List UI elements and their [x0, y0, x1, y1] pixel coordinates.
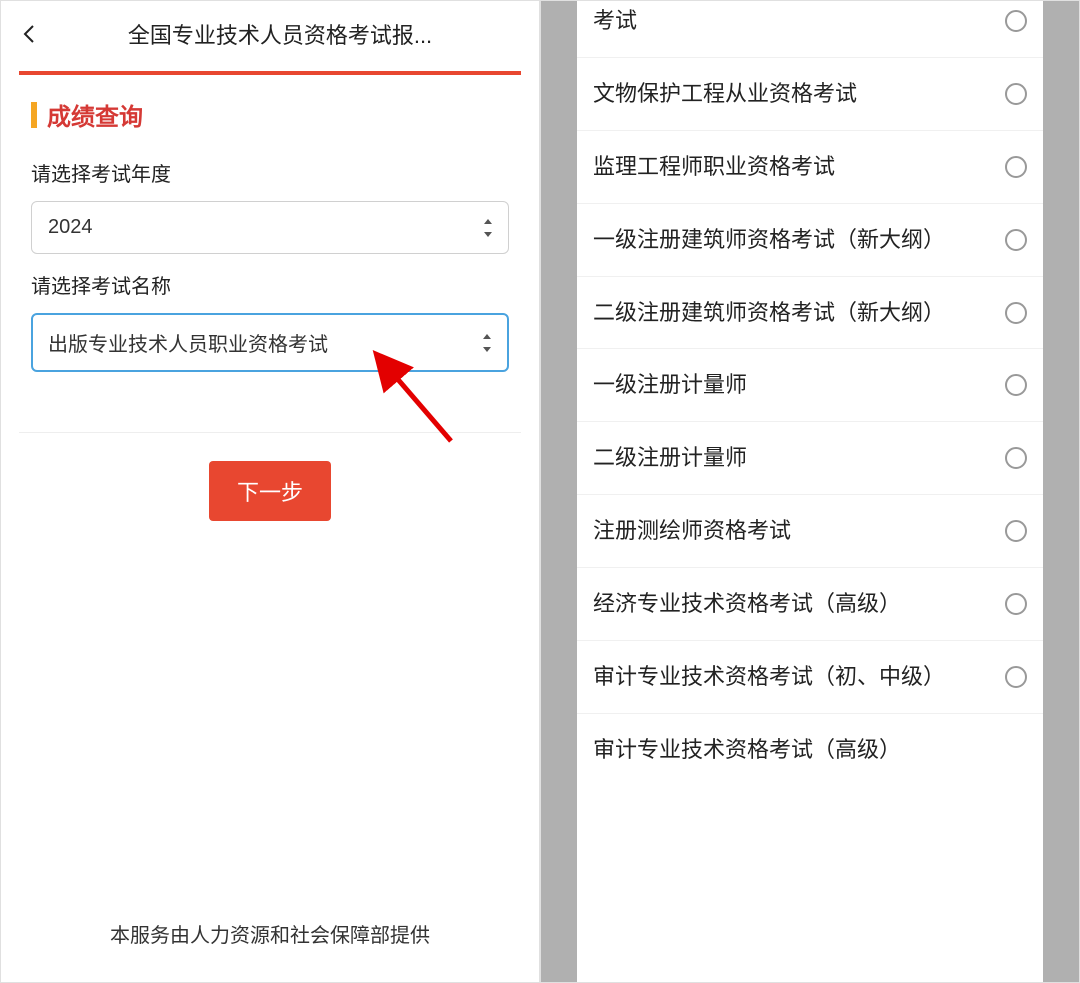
list-item[interactable]: 审计专业技术资格考试（初、中级）: [577, 641, 1043, 714]
option-label: 二级注册建筑师资格考试（新大纲）: [593, 297, 1005, 329]
year-value: 2024: [48, 216, 93, 238]
option-label: 审计专业技术资格考试（高级）: [593, 734, 1027, 766]
radio-icon[interactable]: [1005, 666, 1027, 688]
list-item[interactable]: 经济专业技术资格考试（高级）: [577, 568, 1043, 641]
page-title: 全国专业技术人员资格考试报...: [39, 18, 521, 50]
chevron-updown-icon: [482, 219, 494, 237]
exam-option-list[interactable]: 考试 文物保护工程从业资格考试 监理工程师职业资格考试 一级注册建筑师资格考试（…: [577, 1, 1043, 982]
list-item[interactable]: 文物保护工程从业资格考试: [577, 58, 1043, 131]
exam-options-screen: 考试 文物保护工程从业资格考试 监理工程师职业资格考试 一级注册建筑师资格考试（…: [540, 0, 1080, 983]
option-label: 文物保护工程从业资格考试: [593, 78, 1005, 110]
divider: [19, 432, 521, 433]
list-item[interactable]: 审计专业技术资格考试（高级）: [577, 714, 1043, 786]
year-label: 请选择考试年度: [31, 158, 509, 187]
radio-icon[interactable]: [1005, 593, 1027, 615]
back-icon[interactable]: [19, 24, 39, 44]
chevron-updown-icon: [481, 334, 493, 352]
radio-icon[interactable]: [1005, 10, 1027, 32]
exam-select[interactable]: 出版专业技术人员职业资格考试: [31, 313, 509, 372]
accent-bar: [31, 102, 37, 128]
radio-icon[interactable]: [1005, 447, 1027, 469]
option-label: 审计专业技术资格考试（初、中级）: [593, 661, 1005, 693]
option-label: 一级注册建筑师资格考试（新大纲）: [593, 224, 1005, 256]
list-item[interactable]: 监理工程师职业资格考试: [577, 131, 1043, 204]
list-item[interactable]: 一级注册计量师: [577, 349, 1043, 422]
section-title-text: 成绩查询: [47, 97, 143, 132]
score-query-screen: 全国专业技术人员资格考试报... 成绩查询 请选择考试年度 2024 请选择考试…: [0, 0, 540, 983]
footer-text: 本服务由人力资源和社会保障部提供: [1, 919, 539, 948]
radio-icon[interactable]: [1005, 520, 1027, 542]
list-item[interactable]: 考试: [577, 1, 1043, 58]
option-label: 监理工程师职业资格考试: [593, 151, 1005, 183]
option-label: 注册测绘师资格考试: [593, 515, 1005, 547]
list-item[interactable]: 二级注册计量师: [577, 422, 1043, 495]
next-button[interactable]: 下一步: [209, 461, 331, 521]
exam-value: 出版专业技术人员职业资格考试: [48, 334, 328, 356]
radio-icon[interactable]: [1005, 374, 1027, 396]
radio-icon[interactable]: [1005, 302, 1027, 324]
section-header: 成绩查询: [1, 75, 539, 132]
list-item[interactable]: 二级注册建筑师资格考试（新大纲）: [577, 277, 1043, 350]
option-label: 一级注册计量师: [593, 369, 1005, 401]
exam-label: 请选择考试名称: [31, 270, 509, 299]
query-form: 请选择考试年度 2024 请选择考试名称 出版专业技术人员职业资格考试: [1, 132, 539, 372]
radio-icon[interactable]: [1005, 83, 1027, 105]
list-item[interactable]: 注册测绘师资格考试: [577, 495, 1043, 568]
radio-icon[interactable]: [1005, 229, 1027, 251]
option-label: 经济专业技术资格考试（高级）: [593, 588, 1005, 620]
year-select[interactable]: 2024: [31, 201, 509, 254]
option-label: 二级注册计量师: [593, 442, 1005, 474]
header-bar: 全国专业技术人员资格考试报...: [1, 1, 539, 65]
option-label: 考试: [593, 5, 1005, 37]
radio-icon[interactable]: [1005, 156, 1027, 178]
list-item[interactable]: 一级注册建筑师资格考试（新大纲）: [577, 204, 1043, 277]
